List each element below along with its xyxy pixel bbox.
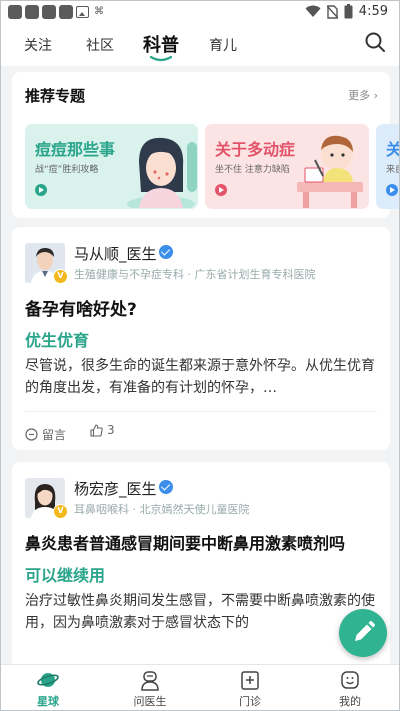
- topic-card-adhd[interactable]: 关于多动症 坐不住 注意力缺陷: [205, 124, 369, 209]
- verified-doctor-badge: V: [53, 269, 68, 284]
- pencil-icon: [355, 621, 375, 641]
- app-icon: ⌘: [94, 6, 104, 17]
- bottom-tab-label: 门诊: [239, 695, 261, 708]
- more-link[interactable]: 更多 ›: [348, 87, 378, 103]
- topic-title: 关: [386, 140, 400, 159]
- doctor-info: 生殖健康与不孕症专科 · 广东省计划生育专科医院: [74, 268, 316, 281]
- thumbs-up-icon: [90, 423, 103, 437]
- adhd-illustration: [297, 135, 363, 208]
- battery-icon: [344, 4, 353, 19]
- tab-community[interactable]: 社区: [86, 35, 114, 55]
- doctor-name[interactable]: 杨宏彦_医生: [74, 478, 157, 499]
- topic-title: 痘痘那些事: [35, 140, 116, 159]
- like-count: 3: [107, 423, 115, 437]
- no-sim-icon: [326, 4, 338, 19]
- bottom-tab-label: 星球: [37, 695, 59, 708]
- wifi-icon: [305, 5, 321, 17]
- bottom-tab-ask-doctor[interactable]: 问医生: [110, 665, 190, 711]
- verified-icon: [159, 480, 173, 494]
- notification-icon: [8, 5, 22, 19]
- section-title: 推荐专题: [25, 87, 86, 105]
- post-card[interactable]: V 马从顺_医生 生殖健康与不孕症专科 · 广东省计划生育专科医院 备孕有啥好处…: [12, 227, 390, 450]
- status-bar: ⌘ 4:59: [0, 0, 400, 26]
- post-highlight: 可以继续用: [25, 566, 106, 585]
- play-icon: [386, 184, 398, 196]
- notification-icon: [59, 5, 73, 19]
- post-excerpt[interactable]: 尽管说，很多生命的诞生都来源于意外怀孕。从优生优育的角度出发，有准备的有计划的怀…: [25, 355, 377, 399]
- post-card[interactable]: V 杨宏彦_医生 耳鼻咽喉科 · 北京嫣然天使儿童医院 鼻炎患者普通感冒期间要中…: [12, 462, 390, 682]
- doctor-name[interactable]: 马从顺_医生: [74, 243, 157, 264]
- doctor-info: 耳鼻咽喉科 · 北京嫣然天使儿童医院: [74, 503, 250, 516]
- comment-label: 留言: [42, 428, 67, 442]
- tab-science[interactable]: 科普: [143, 31, 179, 57]
- notification-icon: [25, 5, 39, 19]
- bottom-tab-label: 问医生: [133, 695, 167, 708]
- notification-icons: ⌘: [8, 5, 104, 19]
- bottom-tab-label: 我的: [339, 695, 361, 708]
- like-button[interactable]: 3: [90, 423, 115, 437]
- topic-title: 关于多动症: [215, 140, 296, 159]
- post-highlight: 优生优育: [25, 331, 90, 350]
- system-indicators: 4:59: [305, 4, 388, 19]
- bottom-tab-planet[interactable]: 星球: [8, 665, 88, 711]
- bottom-tab-me[interactable]: 我的: [310, 665, 390, 711]
- clinic-icon: [241, 671, 259, 690]
- active-tab-indicator: [149, 56, 173, 62]
- comment-button[interactable]: 留言: [25, 426, 66, 443]
- topic-card-acne[interactable]: 痘痘那些事 战“痘”胜利攻略: [25, 124, 198, 209]
- verified-doctor-badge: V: [53, 504, 68, 519]
- recommended-topics-card: 推荐专题 更多 › 痘痘那些事 战“痘”胜利攻略 关于多动症 坐不住 注意力缺陷: [12, 72, 400, 218]
- post-title[interactable]: 鼻炎患者普通感冒期间要中断鼻用激素喷剂吗: [25, 530, 345, 554]
- post-excerpt[interactable]: 治疗过敏性鼻炎期间发生感冒，不需要中断鼻喷激素的使用，因为鼻喷激素对于感冒状态下…: [25, 590, 377, 634]
- search-icon[interactable]: [364, 31, 386, 53]
- topic-subtitle: 战“痘”胜利攻略: [35, 165, 99, 175]
- image-icon: [76, 6, 89, 18]
- verified-icon: [159, 245, 173, 259]
- bottom-tab-clinic[interactable]: 门诊: [210, 665, 290, 711]
- play-icon: [35, 184, 47, 196]
- tab-parenting[interactable]: 育儿: [209, 35, 237, 55]
- compose-button[interactable]: [339, 609, 387, 657]
- post-title[interactable]: 备孕有啥好处?: [25, 295, 137, 320]
- topic-card-partial[interactable]: 关 来自: [376, 124, 400, 209]
- topic-subtitle: 来自: [386, 165, 400, 175]
- smiley-icon: [341, 671, 359, 689]
- planet-icon: [37, 673, 59, 687]
- topic-subtitle: 坐不住 注意力缺陷: [215, 165, 290, 175]
- doctor-icon: [141, 671, 159, 691]
- acne-illustration: [127, 137, 197, 208]
- divider: [25, 411, 377, 412]
- clock: 4:59: [358, 4, 388, 19]
- comment-icon: [25, 428, 38, 441]
- notification-icon: [42, 5, 56, 19]
- bottom-tab-bar: 星球 问医生 门诊 我的: [0, 664, 400, 711]
- top-tab-bar: 关注 社区 科普 育儿: [0, 26, 400, 66]
- tab-follow[interactable]: 关注: [24, 35, 52, 55]
- play-icon: [215, 184, 227, 196]
